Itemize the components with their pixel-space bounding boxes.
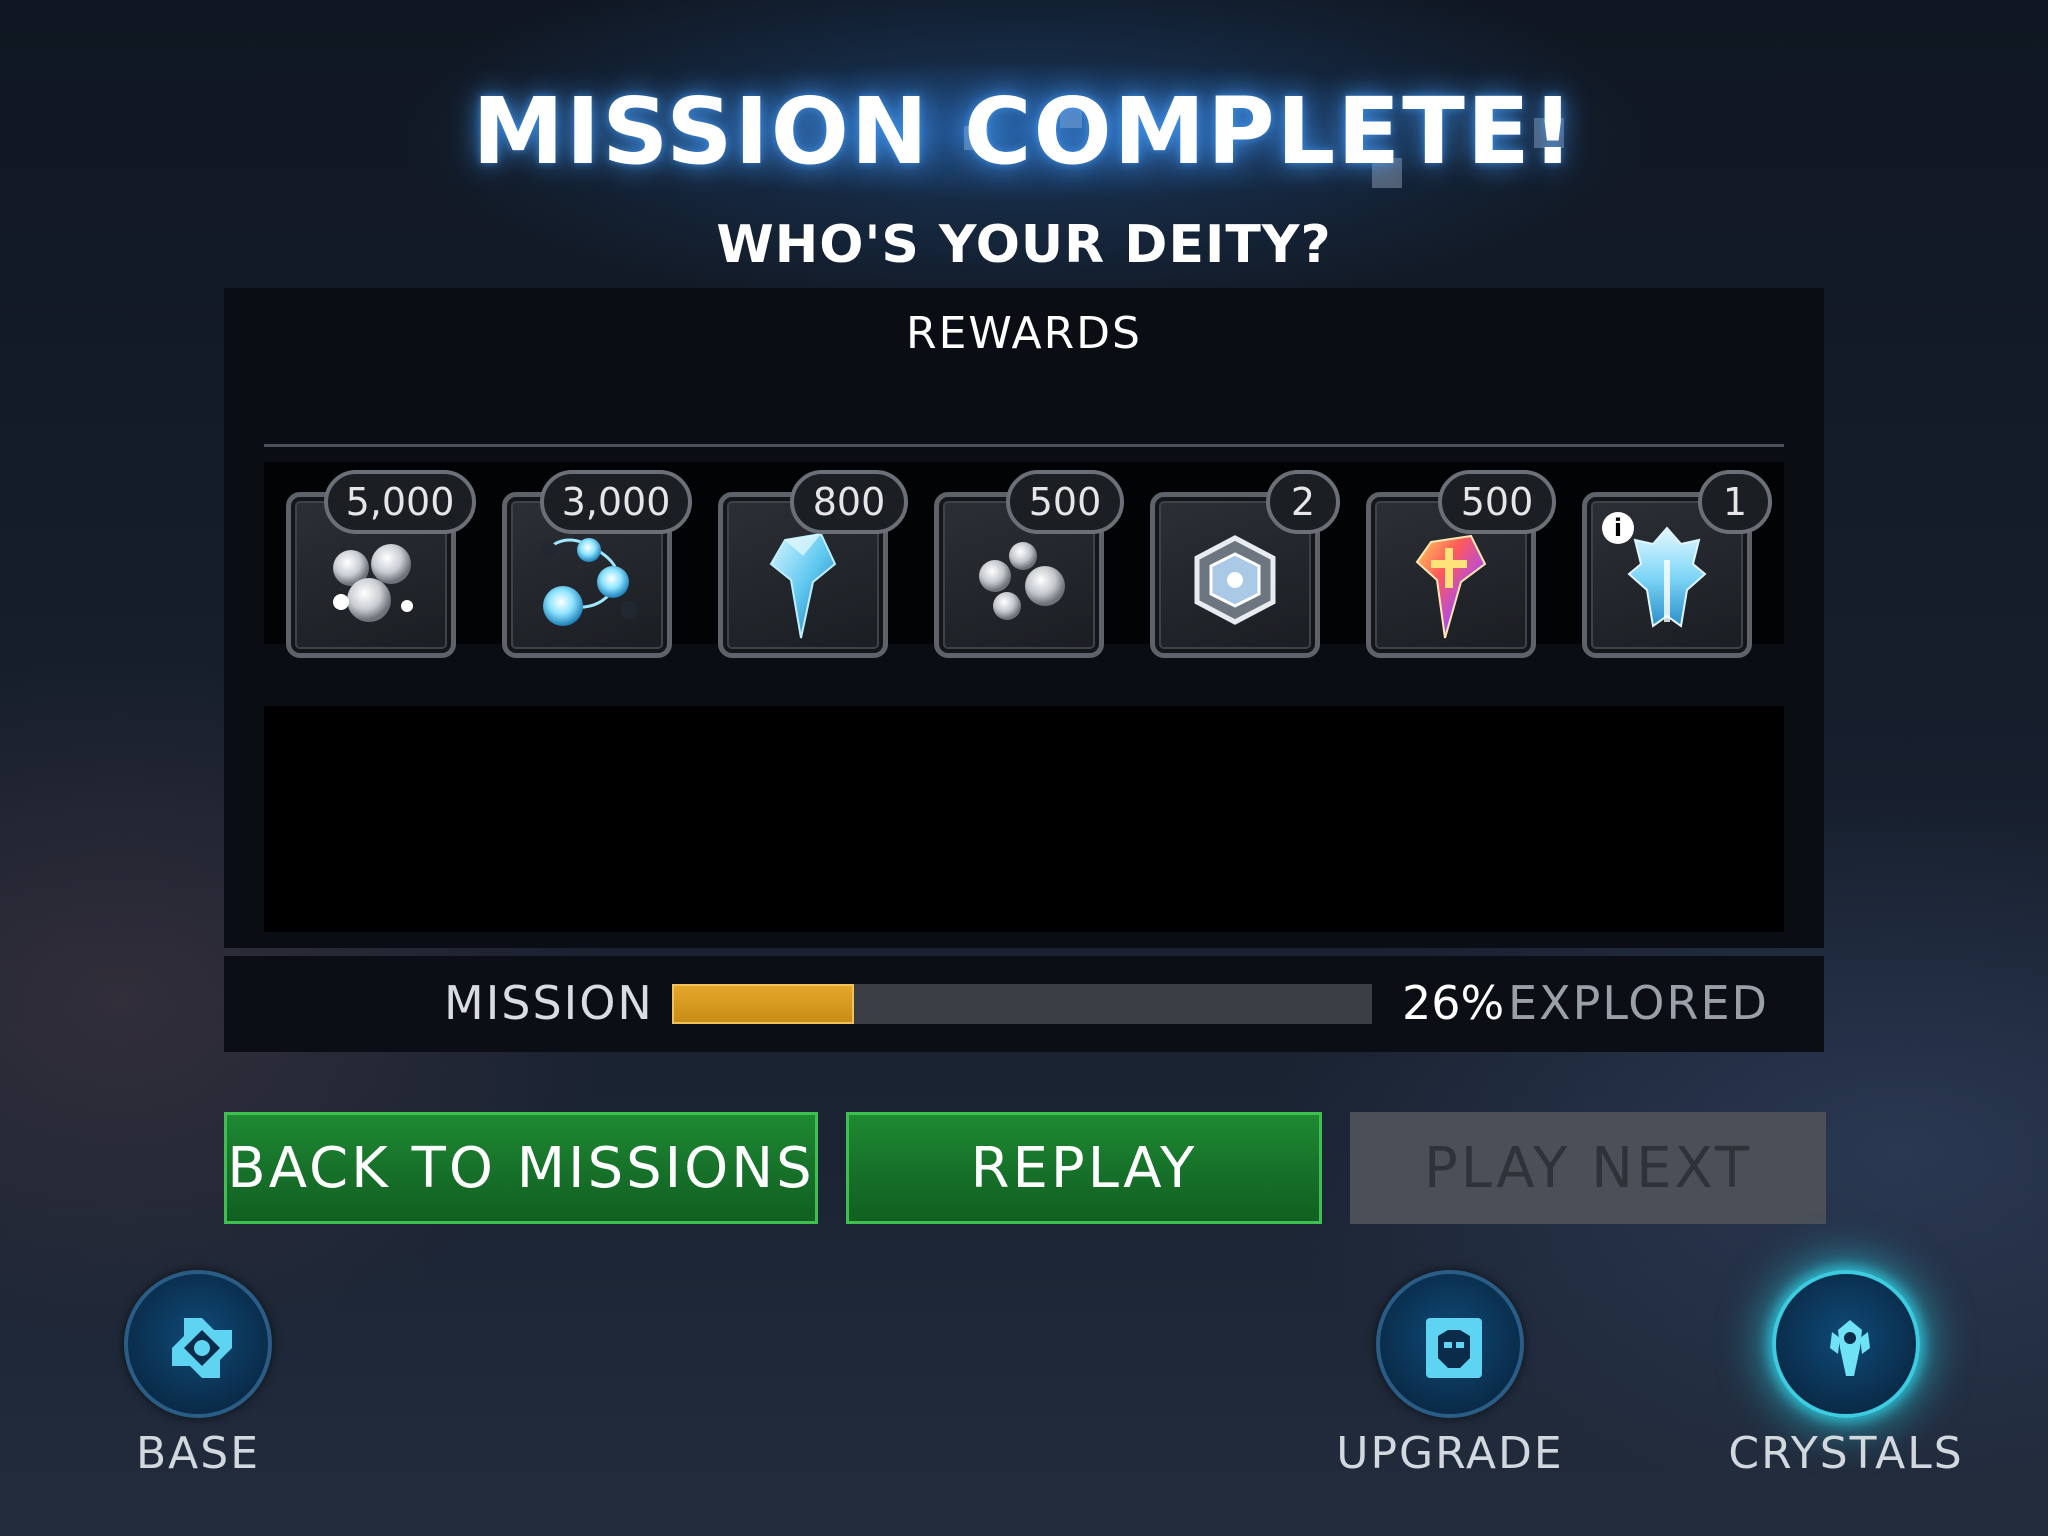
reward-item[interactable]: i 1 xyxy=(1582,470,1772,658)
progress-bar-fill xyxy=(672,984,854,1024)
reward-count: 800 xyxy=(790,470,908,534)
crystals-nav-button[interactable] xyxy=(1772,1270,1920,1418)
reward-item[interactable]: 5,000 xyxy=(286,470,476,658)
reward-item[interactable]: 500 xyxy=(934,470,1124,658)
silver-orbs-icon xyxy=(333,544,413,622)
reward-count: 2 xyxy=(1266,470,1340,534)
rewards-panel: REWARDS 5,000 3,000 800 500 2 500 i 1 xyxy=(224,288,1824,948)
reward-item[interactable]: 3,000 xyxy=(502,470,692,658)
divider xyxy=(264,444,1784,447)
upgrade-icon xyxy=(1426,1318,1482,1378)
base-nav-button[interactable] xyxy=(124,1270,272,1418)
reward-item[interactable]: 500 xyxy=(1366,470,1556,658)
reward-item[interactable]: 800 xyxy=(718,470,908,658)
reward-details-area xyxy=(264,706,1784,932)
info-icon[interactable]: i xyxy=(1602,512,1634,544)
reward-count: 3,000 xyxy=(540,470,692,534)
silver-orbs-icon xyxy=(979,542,1065,620)
mission-subtitle: WHO'S YOUR DEITY? xyxy=(716,215,1332,275)
energy-orbs-icon xyxy=(541,538,638,626)
mission-progress-panel: MISSION 2 26% EXPLORED xyxy=(224,956,1824,1052)
progress-percent: 26% xyxy=(1402,976,1505,1030)
prismatic-shard-icon xyxy=(1415,534,1487,639)
blue-crystal-shard-icon xyxy=(769,532,837,639)
cube-icon xyxy=(1194,535,1276,625)
replay-button[interactable]: REPLAY xyxy=(846,1112,1322,1224)
page-title: MISSION COMPLETE! xyxy=(472,78,1576,185)
mission-label: MISSION 2 xyxy=(444,976,702,1030)
reward-count: 1 xyxy=(1698,470,1772,534)
base-icon xyxy=(172,1318,232,1378)
reward-count: 500 xyxy=(1438,470,1556,534)
play-next-button[interactable]: PLAY NEXT xyxy=(1350,1112,1826,1224)
reward-count: 500 xyxy=(1006,470,1124,534)
upgrade-nav-button[interactable] xyxy=(1376,1270,1524,1418)
crystals-icon xyxy=(1830,1320,1870,1376)
rewards-heading: REWARDS xyxy=(906,308,1142,359)
crystals-nav-label: CRYSTALS xyxy=(1728,1428,1964,1479)
reward-count: 5,000 xyxy=(324,470,476,534)
progress-bar xyxy=(672,984,1372,1024)
back-to-missions-button[interactable]: BACK TO MISSIONS xyxy=(224,1112,818,1224)
upgrade-nav-label: UPGRADE xyxy=(1336,1428,1564,1479)
mission-complete-screen: MISSION COMPLETE! WHO'S YOUR DEITY? REWA… xyxy=(0,0,2048,1536)
base-nav-label: BASE xyxy=(135,1428,260,1479)
reward-item[interactable]: 2 xyxy=(1150,470,1340,658)
explored-label: EXPLORED xyxy=(1508,976,1769,1030)
